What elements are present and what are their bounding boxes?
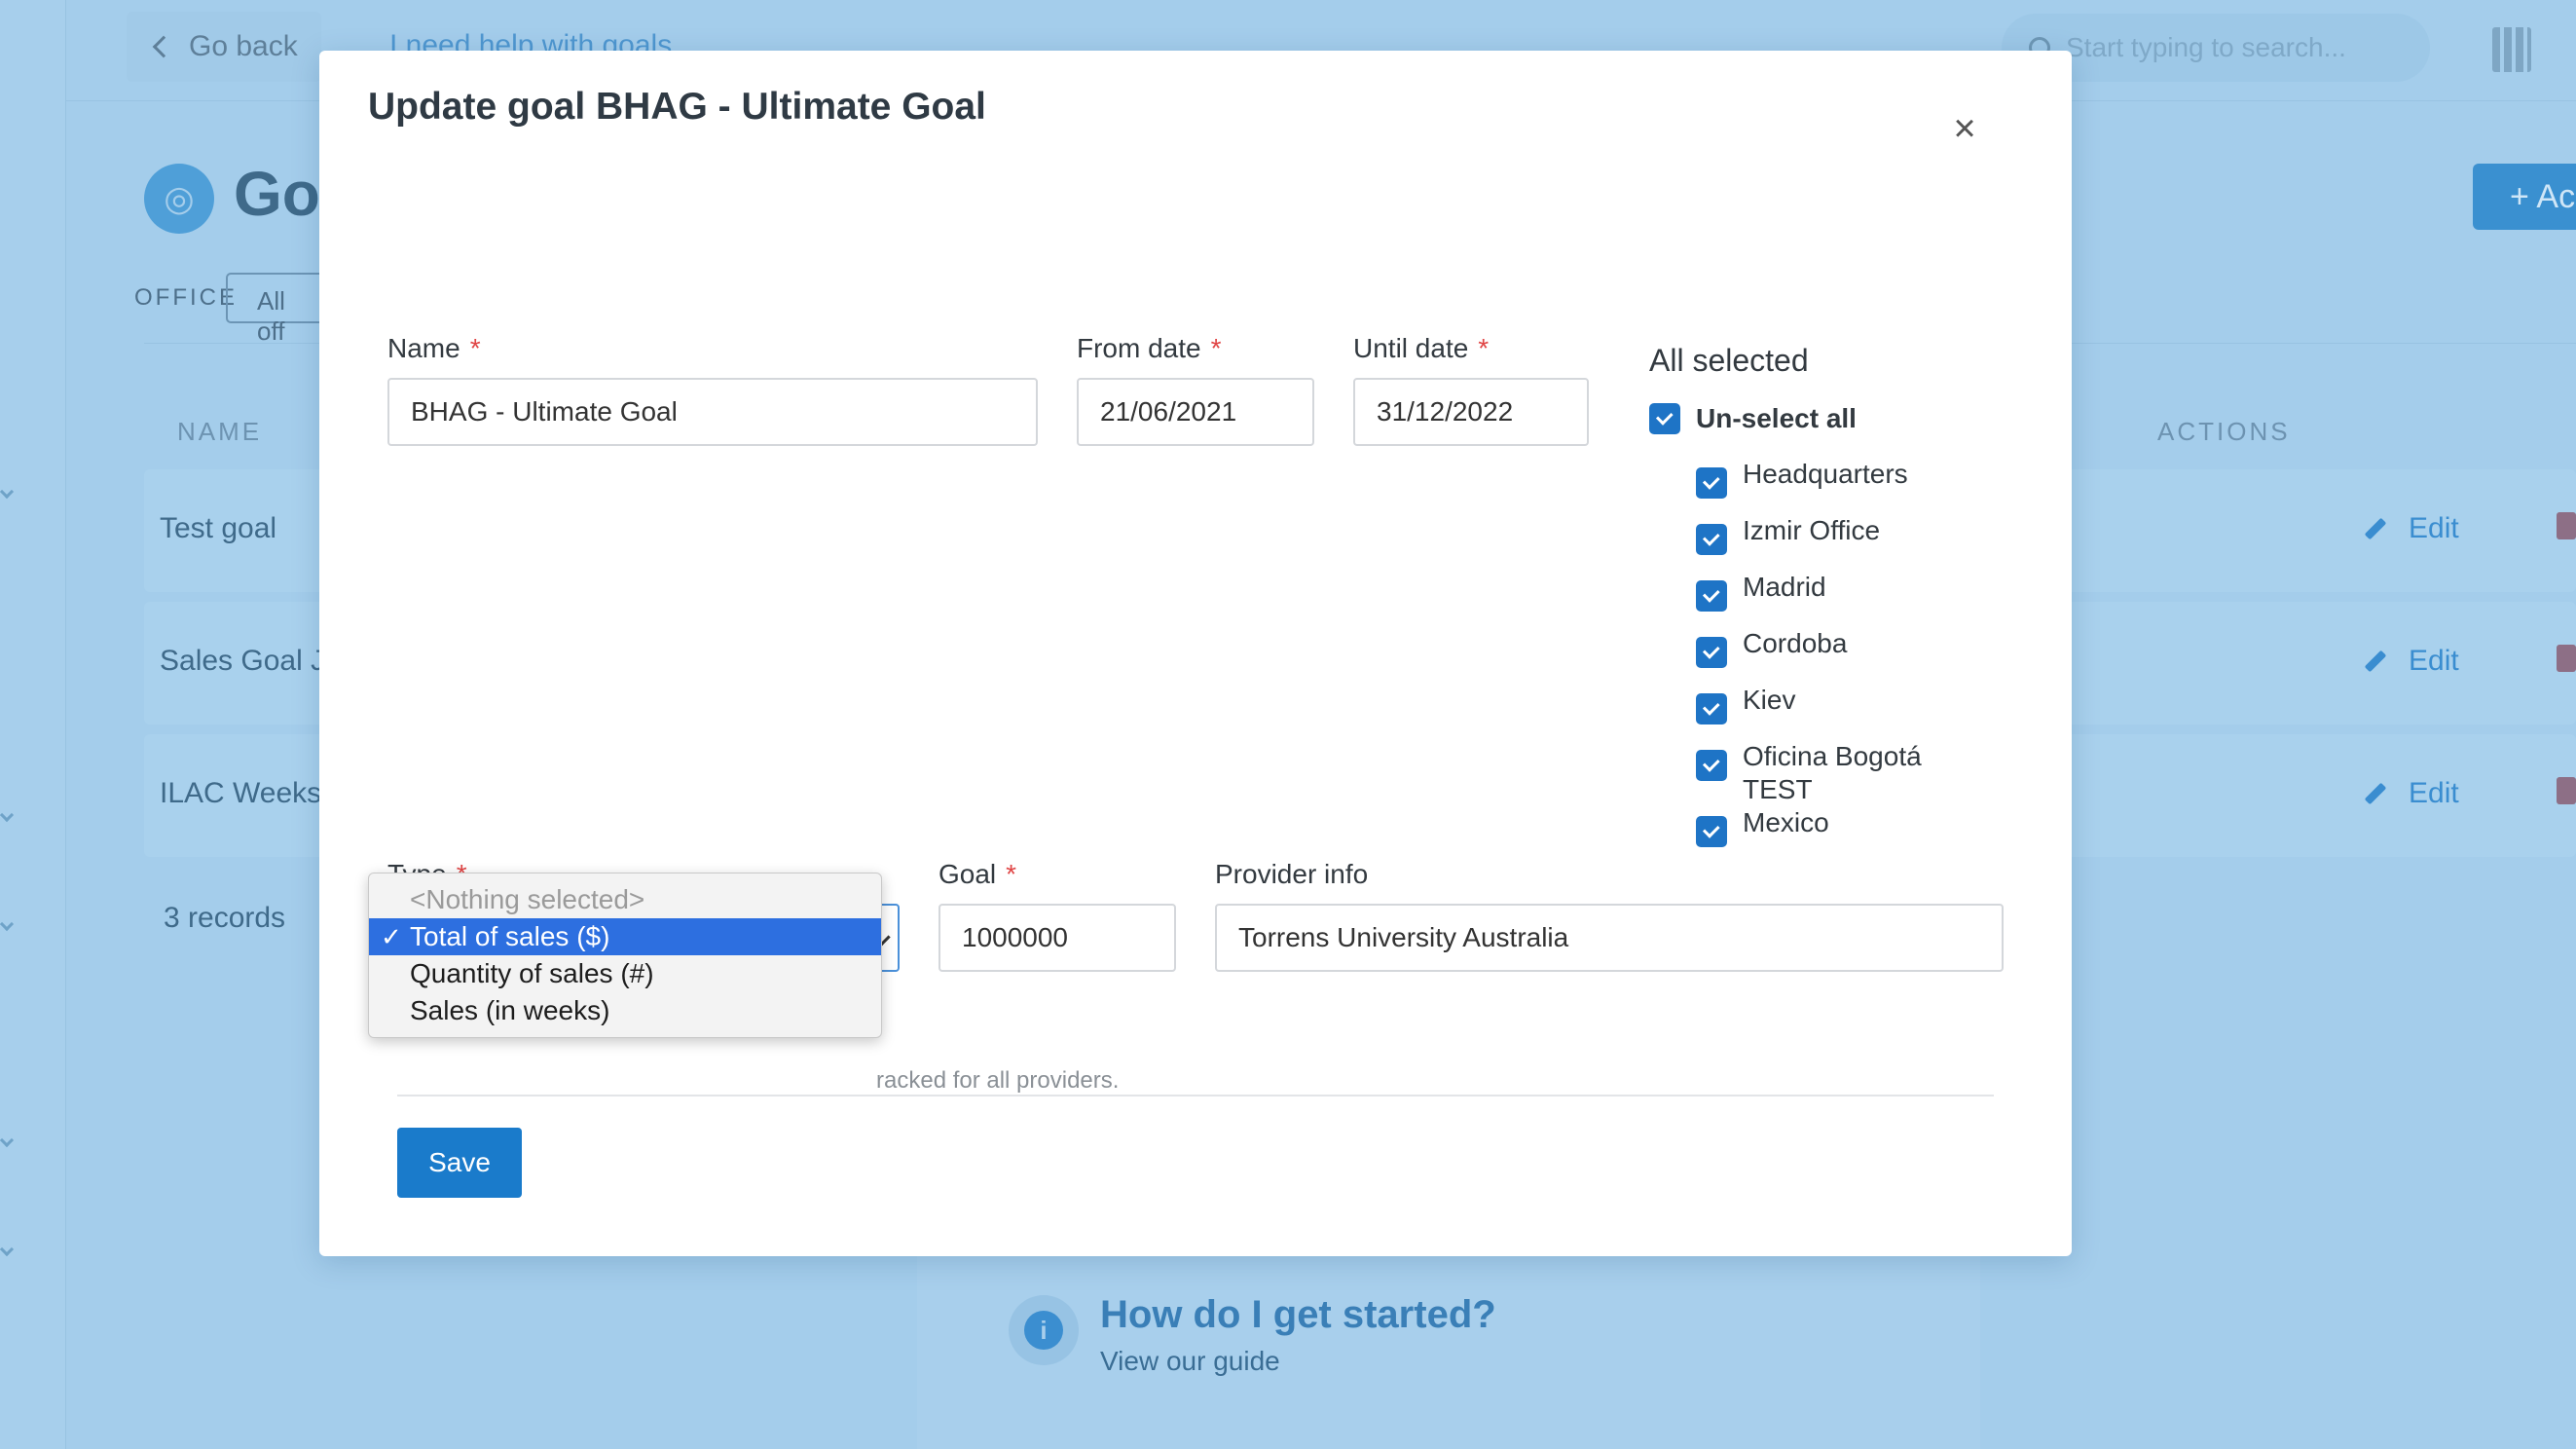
office-checkbox[interactable]: Kiev [1696, 684, 1978, 724]
unselect-all-label: Un-select all [1696, 403, 1857, 433]
until-date-label: Until date * [1353, 333, 1490, 363]
add-goal-button[interactable]: + Ac [2473, 164, 2576, 230]
required-marker: * [469, 333, 481, 363]
name-field[interactable]: BHAG - Ultimate Goal [387, 378, 1038, 446]
required-marker: * [1210, 333, 1222, 363]
office-checkbox[interactable]: Izmir Office [1696, 514, 1978, 555]
office-checkbox[interactable]: Madrid [1696, 571, 1978, 612]
trash-icon[interactable] [2557, 512, 2576, 539]
building-icon[interactable] [2492, 27, 2531, 72]
go-back-label: Go back [189, 30, 298, 62]
sidebar-check-icon [0, 807, 15, 823]
help-subtitle[interactable]: View our guide [1100, 1346, 1280, 1377]
info-icon: i [1009, 1295, 1079, 1365]
pencil-icon [2364, 650, 2387, 673]
checkbox-checked-icon[interactable] [1649, 403, 1680, 434]
office-label: Headquarters [1743, 459, 1908, 489]
office-filter-label: OFFICE [134, 284, 238, 311]
sidebar-check-icon [0, 1242, 15, 1257]
until-date-field[interactable]: 31/12/2022 [1353, 378, 1589, 446]
checkmark-icon: ✓ [381, 922, 402, 951]
checkbox-checked-icon[interactable] [1696, 580, 1727, 612]
checkbox-checked-icon[interactable] [1696, 693, 1727, 724]
pencil-icon [2364, 782, 2387, 805]
office-checkbox[interactable]: Headquarters [1696, 458, 1978, 499]
type-dropdown-menu: <Nothing selected> ✓ Total of sales ($) … [368, 873, 882, 1038]
required-marker: * [1478, 333, 1490, 363]
help-title[interactable]: How do I get started? [1100, 1293, 1496, 1337]
office-checkbox[interactable]: Cordoba [1696, 627, 1978, 668]
dropdown-option[interactable]: <Nothing selected> [369, 881, 881, 918]
from-date-field[interactable]: 21/06/2021 [1077, 378, 1314, 446]
pencil-icon [2364, 517, 2387, 540]
unselect-all-checkbox[interactable]: Un-select all [1649, 403, 1857, 434]
provider-info-label: Provider info [1215, 859, 1369, 889]
edit-label: Edit [2409, 512, 2459, 544]
edit-label: Edit [2409, 777, 2459, 809]
offices-title: All selected [1649, 343, 1809, 378]
office-checkbox[interactable]: Mexico [1696, 806, 1978, 847]
dropdown-option-label: Total of sales ($) [410, 921, 610, 951]
row-name: ILAC Weeks [160, 777, 322, 809]
goal-field[interactable]: 1000000 [938, 904, 1176, 972]
trash-icon[interactable] [2557, 777, 2576, 804]
save-button[interactable]: Save [397, 1128, 522, 1198]
sidebar-check-icon [0, 1133, 15, 1148]
dropdown-option-selected[interactable]: ✓ Total of sales ($) [369, 918, 881, 955]
office-list: Headquarters Izmir Office Madrid Cordoba… [1696, 458, 1978, 863]
goal-label: Goal * [938, 859, 1017, 889]
provider-info-field[interactable]: Torrens University Australia [1215, 904, 2004, 972]
chevron-left-icon [152, 35, 175, 58]
dropdown-option[interactable]: Sales (in weeks) [369, 992, 881, 1029]
checkbox-checked-icon[interactable] [1696, 637, 1727, 668]
row-name: Test goal [160, 512, 277, 544]
search-placeholder: Start typing to search... [2066, 32, 2346, 62]
sidebar-check-icon [0, 484, 15, 500]
help-panel: i How do I get started? View our guide [917, 1237, 1980, 1449]
office-label: Mexico [1743, 807, 1829, 837]
row-name: Sales Goal Ju [160, 645, 342, 677]
office-label: Oficina Bogotá TEST [1743, 741, 1922, 804]
edit-label: Edit [2409, 645, 2459, 677]
checkbox-checked-icon[interactable] [1696, 467, 1727, 499]
sidebar [0, 0, 66, 1449]
office-label: Cordoba [1743, 628, 1848, 658]
target-icon: ◎ [144, 164, 214, 234]
update-goal-modal: Update goal BHAG - Ultimate Goal × Name *… [319, 51, 2072, 1256]
trash-icon[interactable] [2557, 645, 2576, 672]
edit-button[interactable]: Edit [2364, 777, 2459, 810]
from-date-label: From date * [1077, 333, 1222, 363]
checkbox-checked-icon[interactable] [1696, 750, 1727, 781]
office-label: Madrid [1743, 572, 1826, 602]
sidebar-check-icon [0, 916, 15, 932]
edit-button[interactable]: Edit [2364, 645, 2459, 678]
close-icon[interactable]: × [1945, 109, 1984, 148]
required-marker: * [1006, 859, 1017, 889]
name-label: Name * [387, 333, 481, 363]
checkbox-checked-icon[interactable] [1696, 816, 1727, 847]
provider-hint: racked for all providers. [876, 1067, 1120, 1094]
column-header-name: NAME [177, 417, 263, 446]
office-checkbox[interactable]: Oficina Bogotá TEST [1696, 740, 1978, 806]
divider [397, 1095, 1994, 1096]
modal-title: Update goal BHAG - Ultimate Goal [368, 86, 986, 128]
dropdown-option[interactable]: Quantity of sales (#) [369, 955, 881, 992]
office-label: Kiev [1743, 685, 1796, 715]
column-header-actions: ACTIONS [2157, 417, 2291, 446]
edit-button[interactable]: Edit [2364, 512, 2459, 545]
records-count: 3 records [164, 902, 286, 934]
checkbox-checked-icon[interactable] [1696, 524, 1727, 555]
office-label: Izmir Office [1743, 515, 1881, 545]
go-back-button[interactable]: Go back [127, 12, 321, 82]
